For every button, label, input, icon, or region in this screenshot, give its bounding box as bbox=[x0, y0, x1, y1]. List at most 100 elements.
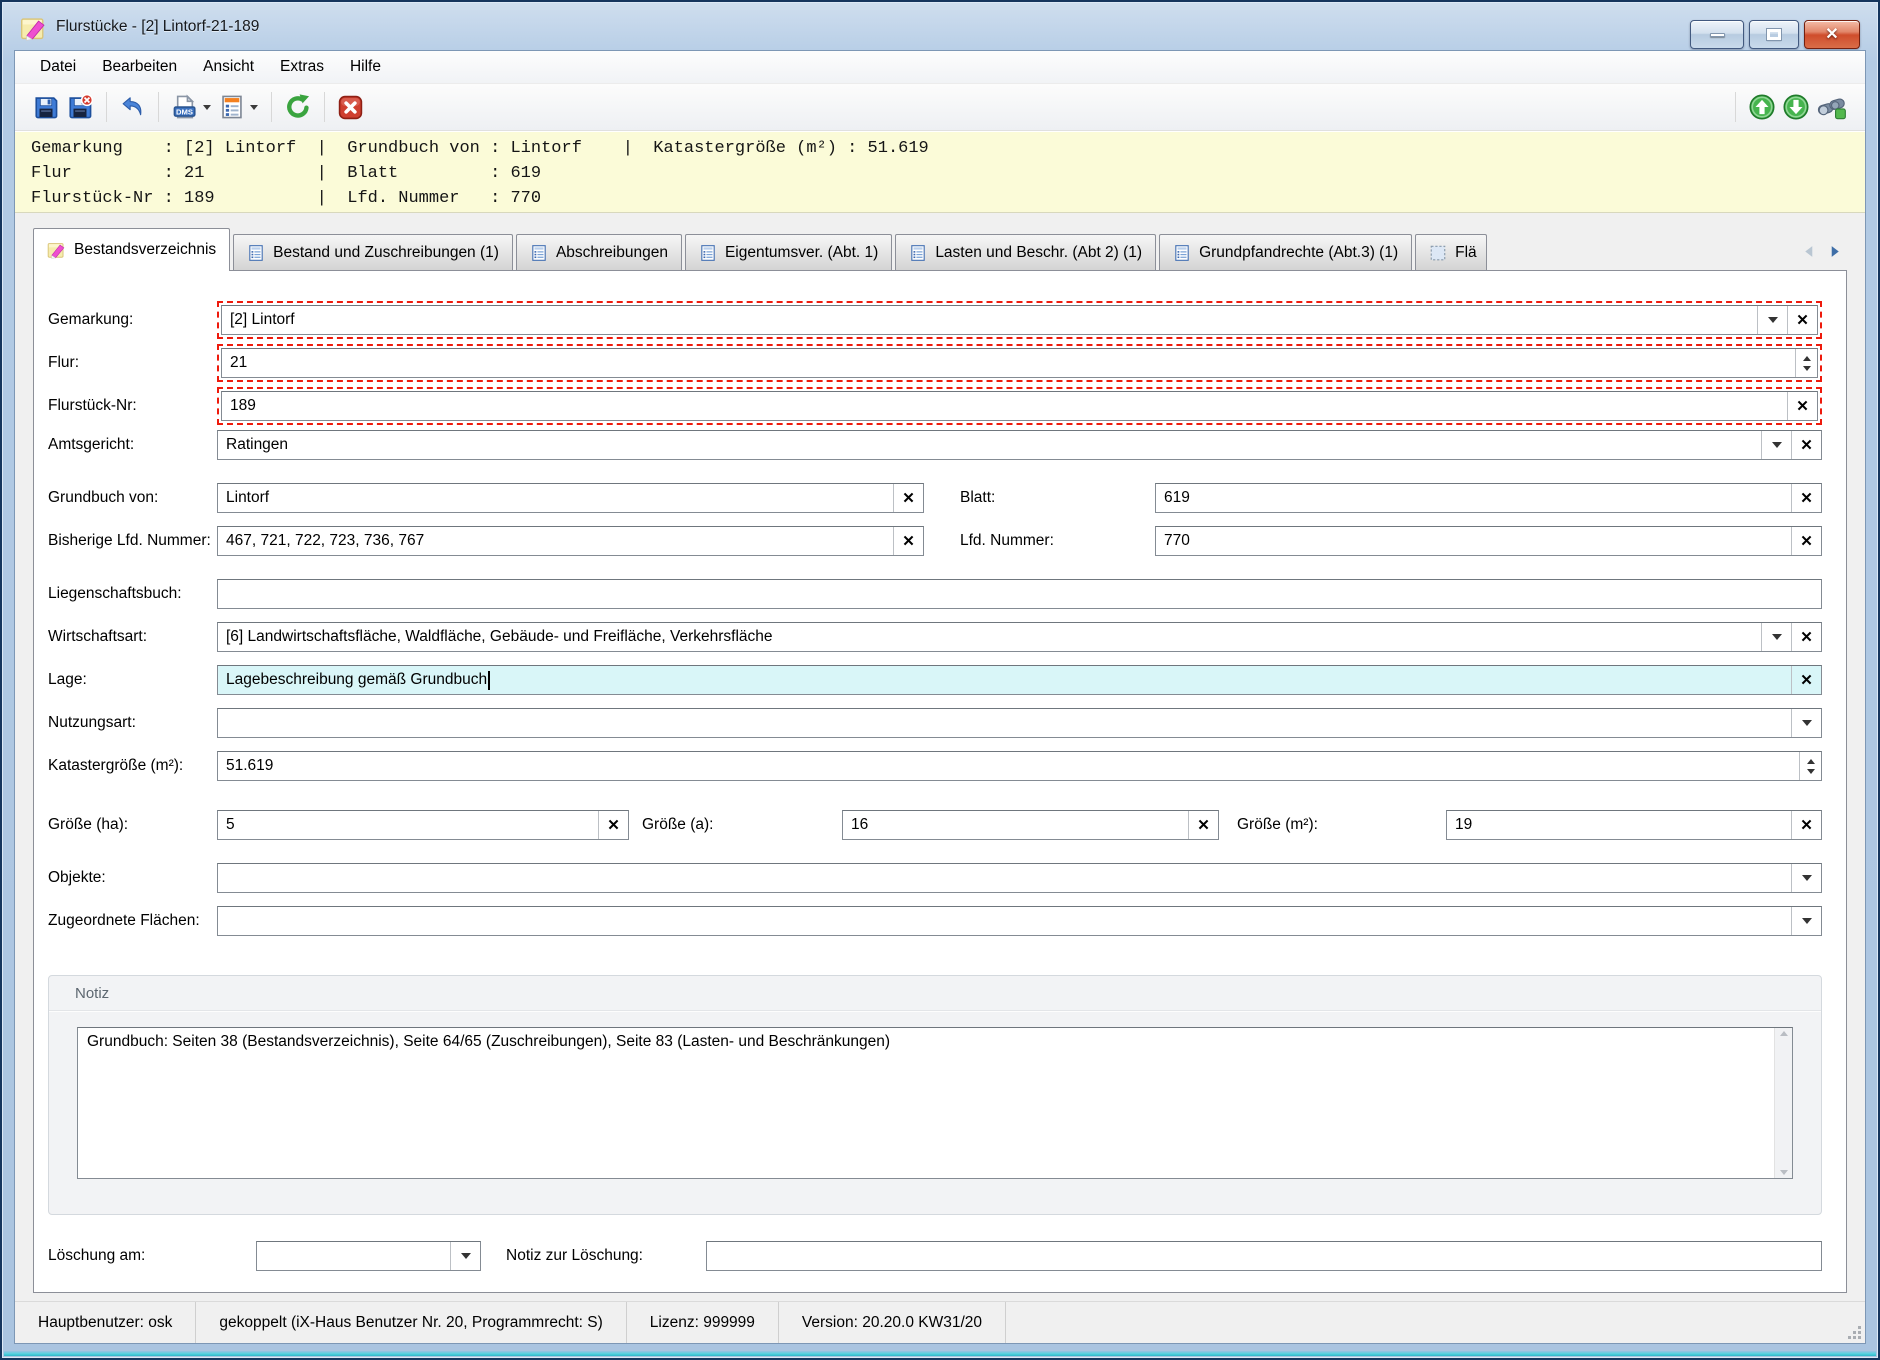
notiz-scrollbar[interactable] bbox=[1774, 1028, 1792, 1178]
lfd-nummer-clear-button[interactable]: ✕ bbox=[1791, 527, 1821, 555]
loeschung-am-dropdown-button[interactable] bbox=[450, 1242, 480, 1270]
table-icon bbox=[1173, 244, 1191, 262]
lage-input[interactable]: Lagebeschreibung gemäß Grundbuch bbox=[218, 666, 1791, 694]
menu-extras[interactable]: Extras bbox=[267, 51, 337, 83]
wirtschaftsart-input[interactable] bbox=[218, 623, 1761, 651]
notiz-textarea-frame: Grundbuch: Seiten 38 (Bestandsverzeichni… bbox=[77, 1027, 1793, 1179]
tab-label: Abschreibungen bbox=[556, 244, 668, 262]
zugeordnete-flaechen-dropdown-button[interactable] bbox=[1791, 907, 1821, 935]
form-row: Katastergröße (m²): bbox=[48, 751, 1822, 781]
tab-eigentumsver[interactable]: Eigentumsver. (Abt. 1) bbox=[685, 234, 892, 270]
gemarkung-clear-button[interactable]: ✕ bbox=[1787, 306, 1817, 334]
zugeordnete-flaechen-input[interactable] bbox=[218, 907, 1791, 935]
grundbuch-von-clear-button[interactable]: ✕ bbox=[893, 484, 923, 512]
tab-scroll-right-icon[interactable] bbox=[1830, 245, 1841, 258]
nutzungsart-dropdown-button[interactable] bbox=[1791, 709, 1821, 737]
amtsgericht-combo: ✕ bbox=[217, 430, 1822, 460]
tab-flaechen[interactable]: Flä bbox=[1415, 234, 1487, 270]
flurstueck-nr-input[interactable] bbox=[222, 392, 1787, 420]
form-row: Löschung am: Notiz zur Löschung: bbox=[48, 1241, 1822, 1271]
flurstueck-nr-clear-button[interactable]: ✕ bbox=[1787, 392, 1817, 420]
groesse-a-clear-button[interactable]: ✕ bbox=[1188, 811, 1218, 839]
groesse-a-input[interactable] bbox=[843, 811, 1188, 839]
groesse-ha-label: Größe (ha): bbox=[48, 816, 217, 834]
arrow-up-icon bbox=[1749, 94, 1775, 120]
list-dropdown-icon bbox=[250, 105, 258, 110]
menu-ansicht[interactable]: Ansicht bbox=[190, 51, 267, 83]
scroll-down-icon bbox=[1780, 1170, 1788, 1175]
katastergroesse-input[interactable] bbox=[218, 752, 1799, 780]
amtsgericht-clear-button[interactable]: ✕ bbox=[1791, 431, 1821, 459]
notiz-textarea[interactable]: Grundbuch: Seiten 38 (Bestandsverzeichni… bbox=[78, 1028, 1774, 1178]
tab-bestandsverzeichnis[interactable]: Bestandsverzeichnis bbox=[33, 228, 230, 271]
selection-box-icon bbox=[1429, 244, 1447, 262]
tab-abschreibungen[interactable]: Abschreibungen bbox=[516, 234, 682, 270]
refresh-button[interactable] bbox=[281, 89, 315, 125]
next-record-button[interactable] bbox=[1779, 89, 1813, 125]
save-button[interactable] bbox=[29, 89, 63, 125]
wirtschaftsart-dropdown-button[interactable] bbox=[1761, 623, 1791, 651]
save-close-button[interactable] bbox=[63, 89, 97, 125]
flur-input[interactable] bbox=[222, 349, 1795, 377]
groesse-ha-input[interactable] bbox=[218, 811, 598, 839]
chevron-down-icon bbox=[1802, 875, 1812, 881]
tab-label: Bestand und Zuschreibungen (1) bbox=[273, 244, 499, 262]
form-row: Lage: Lagebeschreibung gemäß Grundbuch ✕ bbox=[48, 665, 1822, 695]
flurstueck-nr-label: Flurstück-Nr: bbox=[48, 397, 217, 415]
client-area: Datei Bearbeiten Ansicht Extras Hilfe bbox=[14, 50, 1866, 1344]
menu-datei[interactable]: Datei bbox=[27, 51, 89, 83]
lfd-nummer-input[interactable] bbox=[1156, 527, 1791, 555]
maximize-button[interactable] bbox=[1749, 20, 1799, 49]
tab-lasten-beschr[interactable]: Lasten und Beschr. (Abt 2) (1) bbox=[895, 234, 1156, 270]
liegenschaftsbuch-input[interactable] bbox=[218, 580, 1821, 608]
app-window: Flurstücke - [2] Lintorf-21-189 ✕ Datei … bbox=[0, 0, 1880, 1360]
groesse-a-box: ✕ bbox=[842, 810, 1219, 840]
objekte-input[interactable] bbox=[218, 864, 1791, 892]
groesse-ha-clear-button[interactable]: ✕ bbox=[598, 811, 628, 839]
objekte-dropdown-button[interactable] bbox=[1791, 864, 1821, 892]
amtsgericht-input[interactable] bbox=[218, 431, 1761, 459]
groesse-m2-input[interactable] bbox=[1447, 811, 1791, 839]
objekte-label: Objekte: bbox=[48, 869, 217, 887]
katastergroesse-spinner[interactable] bbox=[1799, 752, 1821, 780]
tab-bestand-zuschreibungen[interactable]: Bestand und Zuschreibungen (1) bbox=[233, 234, 513, 270]
liegenschaftsbuch-label: Liegenschaftsbuch: bbox=[48, 585, 217, 603]
minimize-button[interactable] bbox=[1690, 20, 1744, 49]
blatt-input[interactable] bbox=[1156, 484, 1791, 512]
menu-hilfe[interactable]: Hilfe bbox=[337, 51, 394, 83]
gemarkung-combo: ✕ bbox=[221, 305, 1818, 335]
nutzungsart-input[interactable] bbox=[218, 709, 1791, 737]
previous-record-button[interactable] bbox=[1745, 89, 1779, 125]
form-row: Flurstück-Nr: ✕ bbox=[48, 387, 1822, 425]
bisherige-lfd-clear-button[interactable]: ✕ bbox=[893, 527, 923, 555]
tab-grundpfandrechte[interactable]: Grundpfandrechte (Abt.3) (1) bbox=[1159, 234, 1412, 270]
lage-clear-button[interactable]: ✕ bbox=[1791, 666, 1821, 694]
clear-icon: ✕ bbox=[1800, 491, 1813, 506]
close-button[interactable]: ✕ bbox=[1804, 20, 1860, 49]
groesse-m2-clear-button[interactable]: ✕ bbox=[1791, 811, 1821, 839]
undo-button[interactable] bbox=[116, 89, 149, 125]
save-close-icon bbox=[67, 94, 93, 120]
grundbuch-von-input[interactable] bbox=[218, 484, 893, 512]
chevron-down-icon bbox=[1802, 918, 1812, 924]
menu-bearbeiten[interactable]: Bearbeiten bbox=[89, 51, 190, 83]
notiz-zur-loeschung-input[interactable] bbox=[707, 1242, 1821, 1270]
wirtschaftsart-clear-button[interactable]: ✕ bbox=[1791, 623, 1821, 651]
dms-button[interactable]: DMS bbox=[168, 89, 215, 125]
close-record-button[interactable] bbox=[334, 89, 367, 125]
flur-spinner[interactable] bbox=[1795, 349, 1817, 377]
zugeordnete-flaechen-combo bbox=[217, 906, 1822, 936]
resize-grip[interactable] bbox=[1846, 1324, 1862, 1340]
tab-zone: Bestandsverzeichnis Bestand und Zuschrei… bbox=[15, 213, 1865, 1301]
amtsgericht-dropdown-button[interactable] bbox=[1761, 431, 1791, 459]
list-view-button[interactable] bbox=[215, 89, 262, 125]
gemarkung-input[interactable] bbox=[222, 306, 1757, 334]
search-button[interactable] bbox=[1813, 89, 1851, 125]
bisherige-lfd-input[interactable] bbox=[218, 527, 893, 555]
gemarkung-dropdown-button[interactable] bbox=[1757, 306, 1787, 334]
clear-icon: ✕ bbox=[1800, 534, 1813, 549]
title-bar[interactable]: Flurstücke - [2] Lintorf-21-189 ✕ bbox=[4, 4, 1876, 50]
blatt-clear-button[interactable]: ✕ bbox=[1791, 484, 1821, 512]
loeschung-am-input[interactable] bbox=[257, 1242, 450, 1270]
tab-scroll-left-icon[interactable] bbox=[1803, 245, 1814, 258]
